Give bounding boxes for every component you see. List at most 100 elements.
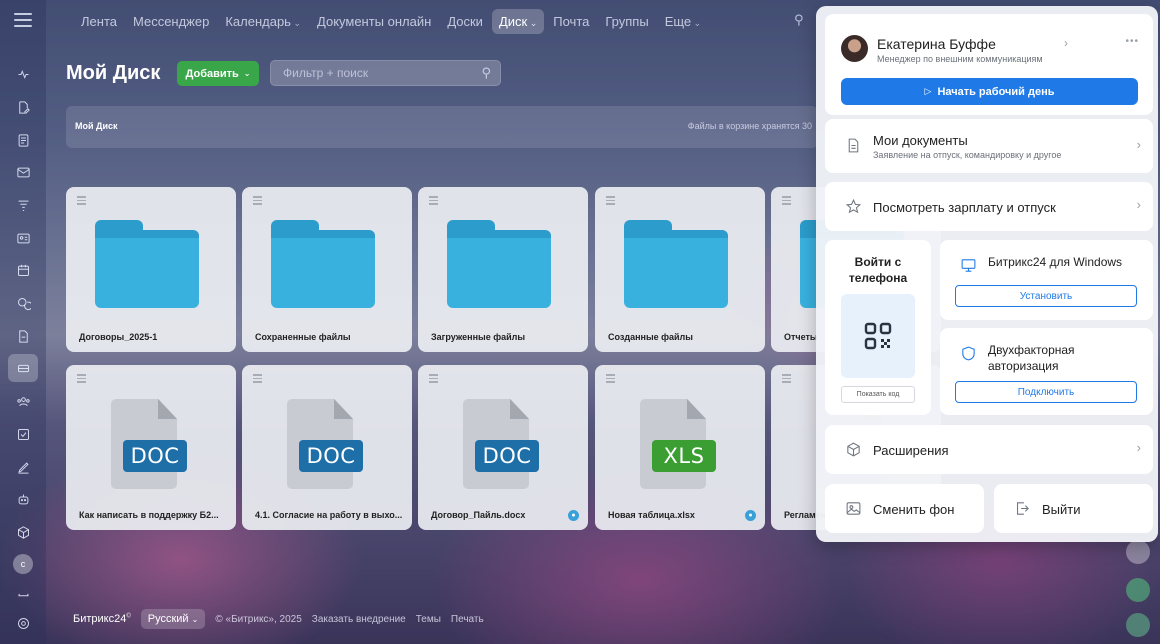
folder-tile[interactable]: Загруженные файлы [418, 187, 588, 352]
tile-menu-icon[interactable] [606, 196, 615, 207]
nav-item-3[interactable]: Документы онлайн [310, 9, 438, 34]
salary-row[interactable]: Посмотреть зарплату и отпуск › [825, 182, 1153, 231]
add-button[interactable]: Добавить ⌄ [177, 61, 259, 86]
folder-tile[interactable]: Договоры_2025-1 [66, 187, 236, 352]
c-avatar-icon[interactable]: c [11, 552, 35, 576]
people-icon[interactable] [11, 389, 35, 413]
phone-login-title: Войти с телефона [848, 255, 908, 285]
robot-icon[interactable] [11, 487, 35, 511]
avatar[interactable] [841, 35, 868, 62]
edge-widget-icon[interactable] [1126, 540, 1150, 564]
folder-icon [271, 220, 375, 308]
nav-item-8[interactable]: Еще ⌄ [658, 9, 709, 34]
tile-menu-icon[interactable] [77, 374, 86, 385]
global-search-icon[interactable]: ⚲ [794, 12, 804, 28]
user-name[interactable]: Екатерина Буффе [877, 36, 996, 52]
chevron-down-icon: ⌄ [243, 69, 251, 78]
more-icon[interactable]: ••• [1125, 36, 1139, 47]
edge-widget-avatar-icon[interactable] [1126, 613, 1150, 637]
file-tile[interactable]: DOC Как написать в поддержку Б2... [66, 365, 236, 530]
show-code-button[interactable]: Показать код [841, 386, 915, 403]
nav-item-label: Календарь [225, 13, 291, 29]
filter-search-input[interactable] [271, 61, 471, 85]
image-icon [845, 500, 862, 517]
tile-menu-icon[interactable] [782, 374, 791, 385]
tile-menu-icon[interactable] [429, 374, 438, 385]
folder-icon [95, 220, 199, 308]
nav-item-1[interactable]: Мессенджер [126, 9, 216, 34]
change-background-button[interactable]: Сменить фон [825, 484, 984, 533]
nav-item-label: Документы онлайн [317, 13, 432, 29]
language-selector[interactable]: Русский ⌄ [140, 609, 206, 629]
footer: Битрикс24© Русский ⌄ © «Битрикс», 2025 З… [73, 609, 484, 629]
footer-brand-mark: © [126, 613, 131, 620]
chevron-right-icon[interactable]: › [1064, 36, 1068, 50]
nav-item-5[interactable]: Диск ⌄ [491, 8, 545, 34]
footer-link-order[interactable]: Заказать внедрение [312, 614, 406, 625]
checkbox-icon[interactable] [11, 422, 35, 446]
document-icon[interactable] [11, 128, 35, 152]
nav-item-0[interactable]: Лента [74, 9, 124, 34]
trash-info-text: Файлы в корзине хранятся 30 [687, 121, 812, 131]
connect-button[interactable]: Подключить [955, 381, 1137, 403]
file-type-badge: DOC [299, 440, 363, 472]
tile-menu-icon[interactable] [253, 374, 262, 385]
filter-icon[interactable] [11, 193, 35, 217]
my-documents-row[interactable]: Мои документы Заявление на отпуск, коман… [825, 119, 1153, 173]
start-workday-button[interactable]: ▷ Начать рабочий день [841, 78, 1138, 105]
page-title: Мой Диск [66, 62, 161, 84]
more-icon[interactable] [11, 582, 35, 606]
tile-menu-icon[interactable] [782, 196, 791, 207]
chevron-down-icon: ⌄ [191, 615, 199, 624]
file-tile[interactable]: DOC ● Договор_Пайль.docx [418, 365, 588, 530]
cube-icon[interactable] [11, 520, 35, 544]
folder-tile[interactable]: Созданные файлы [595, 187, 765, 352]
my-documents-title: Мои документы [873, 133, 968, 148]
edge-widget-green-icon[interactable] [1126, 578, 1150, 602]
nav-item-2[interactable]: Календарь ⌄ [218, 9, 308, 34]
pen-icon[interactable] [11, 455, 35, 479]
chevron-down-icon: ⌄ [290, 17, 302, 28]
activity-icon[interactable] [11, 62, 35, 86]
tile-menu-icon[interactable] [429, 196, 438, 207]
folder-icon [624, 220, 728, 308]
qr-code-icon [841, 294, 915, 378]
tile-menu-icon[interactable] [77, 196, 86, 207]
nav-item-7[interactable]: Группы [598, 9, 655, 34]
nav-item-label: Лента [81, 13, 117, 29]
menu-burger-icon[interactable] [14, 13, 32, 27]
footer-brand[interactable]: Битрикс24© [73, 613, 131, 625]
footer-link-themes[interactable]: Темы [416, 614, 441, 625]
extensions-title: Расширения [873, 443, 949, 458]
add-button-label: Добавить [185, 67, 239, 80]
extensions-row[interactable]: Расширения › [825, 425, 1153, 474]
change-background-label: Сменить фон [873, 502, 955, 517]
chat-icon[interactable] [11, 291, 35, 315]
footer-link-print[interactable]: Печать [451, 614, 484, 625]
tile-menu-icon[interactable] [606, 374, 615, 385]
mail-icon[interactable] [11, 160, 35, 184]
folder-tile[interactable]: Сохраненные файлы [242, 187, 412, 352]
settings-icon[interactable] [11, 611, 35, 635]
filter-search-box[interactable]: ⚲ [270, 60, 501, 86]
logout-icon [1014, 500, 1031, 517]
shield-icon [960, 345, 977, 362]
logout-button[interactable]: Выйти [994, 484, 1153, 533]
file-tile[interactable]: XLS ● Новая таблица.xlsx [595, 365, 765, 530]
tile-menu-icon[interactable] [253, 196, 262, 207]
edit-doc-icon[interactable] [11, 95, 35, 119]
tile-name: Договоры_2025-1 [79, 332, 158, 342]
footer-copyright: © «Битрикс», 2025 [215, 613, 302, 625]
calendar-icon[interactable] [11, 258, 35, 282]
install-button[interactable]: Установить [955, 285, 1137, 307]
disk-icon[interactable] [8, 354, 38, 382]
id-card-icon[interactable] [11, 226, 35, 250]
nav-item-6[interactable]: Почта [546, 9, 596, 34]
breadcrumb[interactable]: Мой Диск [75, 121, 117, 131]
document-icon [845, 137, 862, 154]
two-factor-card: Двухфакторная авторизация Подключить [940, 328, 1153, 415]
file-tile[interactable]: DOC 4.1. Согласие на работу в выхо... [242, 365, 412, 530]
search-icon[interactable]: ⚲ [481, 65, 491, 81]
nav-item-4[interactable]: Доски [440, 9, 490, 34]
file-icon[interactable] [11, 324, 35, 348]
